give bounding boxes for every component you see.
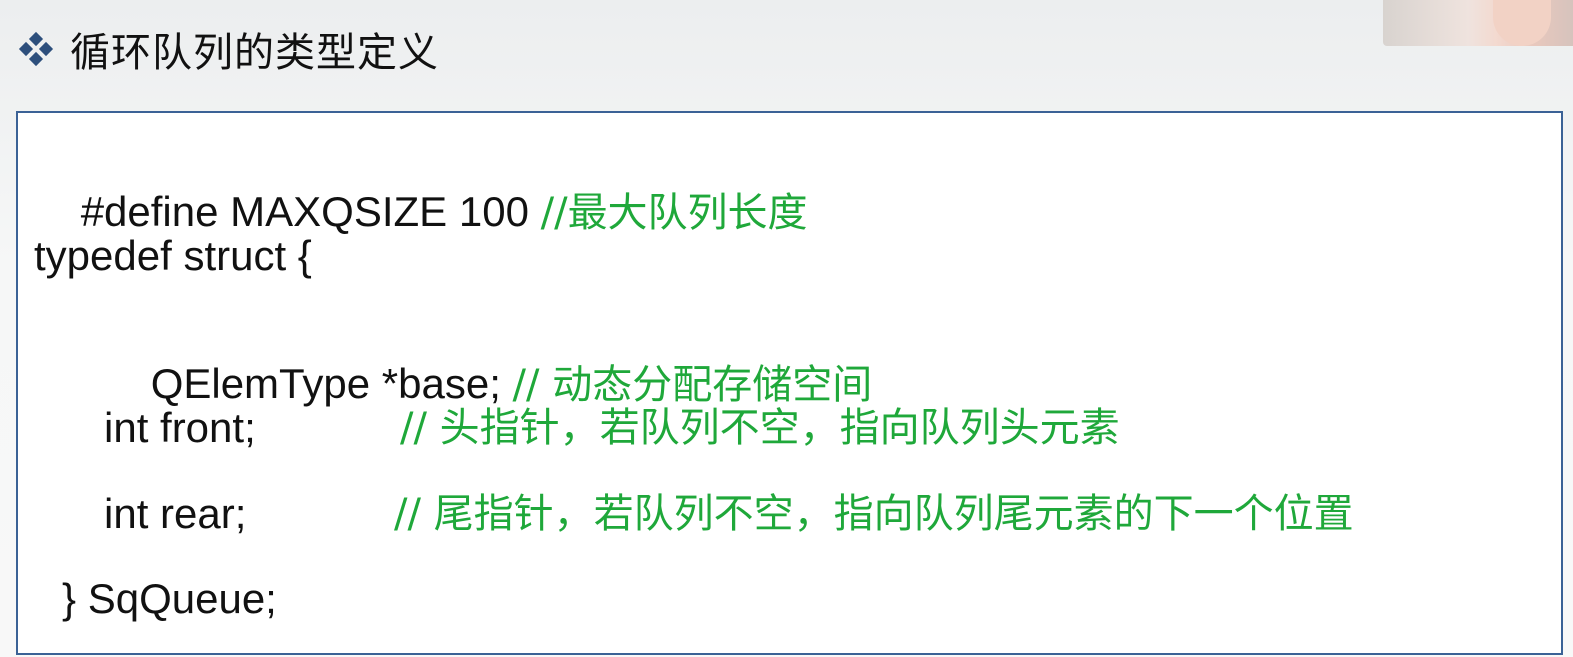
code-text: #define MAXQSIZE 100 xyxy=(80,188,541,235)
diamond-bullet-icon xyxy=(18,31,54,67)
presenter-face xyxy=(1493,0,1551,46)
slide-title: 循环队列的类型定义 xyxy=(70,30,439,76)
code-line-rear: int rear; xyxy=(104,490,247,537)
code-line-front: int front; xyxy=(104,404,256,451)
code-comment: // 动态分配存储空间 xyxy=(512,362,873,408)
code-comment-rear: // 尾指针，若队列不空，指向队列尾元素的下一个位置 xyxy=(394,491,1354,537)
slide-header: 循环队列的类型定义 xyxy=(18,14,439,84)
webcam-overlay xyxy=(1383,0,1573,46)
code-line-sqqueue: } SqQueue; xyxy=(62,575,277,622)
code-block: #define MAXQSIZE 100 //最大队列长度 typedef st… xyxy=(16,111,1563,655)
code-comment-front: // 头指针，若队列不空，指向队列头元素 xyxy=(400,405,1120,451)
code-comment: //最大队列长度 xyxy=(540,190,808,236)
code-text: QElemType *base; xyxy=(150,360,513,407)
code-line-typedef: typedef struct { xyxy=(34,232,312,279)
